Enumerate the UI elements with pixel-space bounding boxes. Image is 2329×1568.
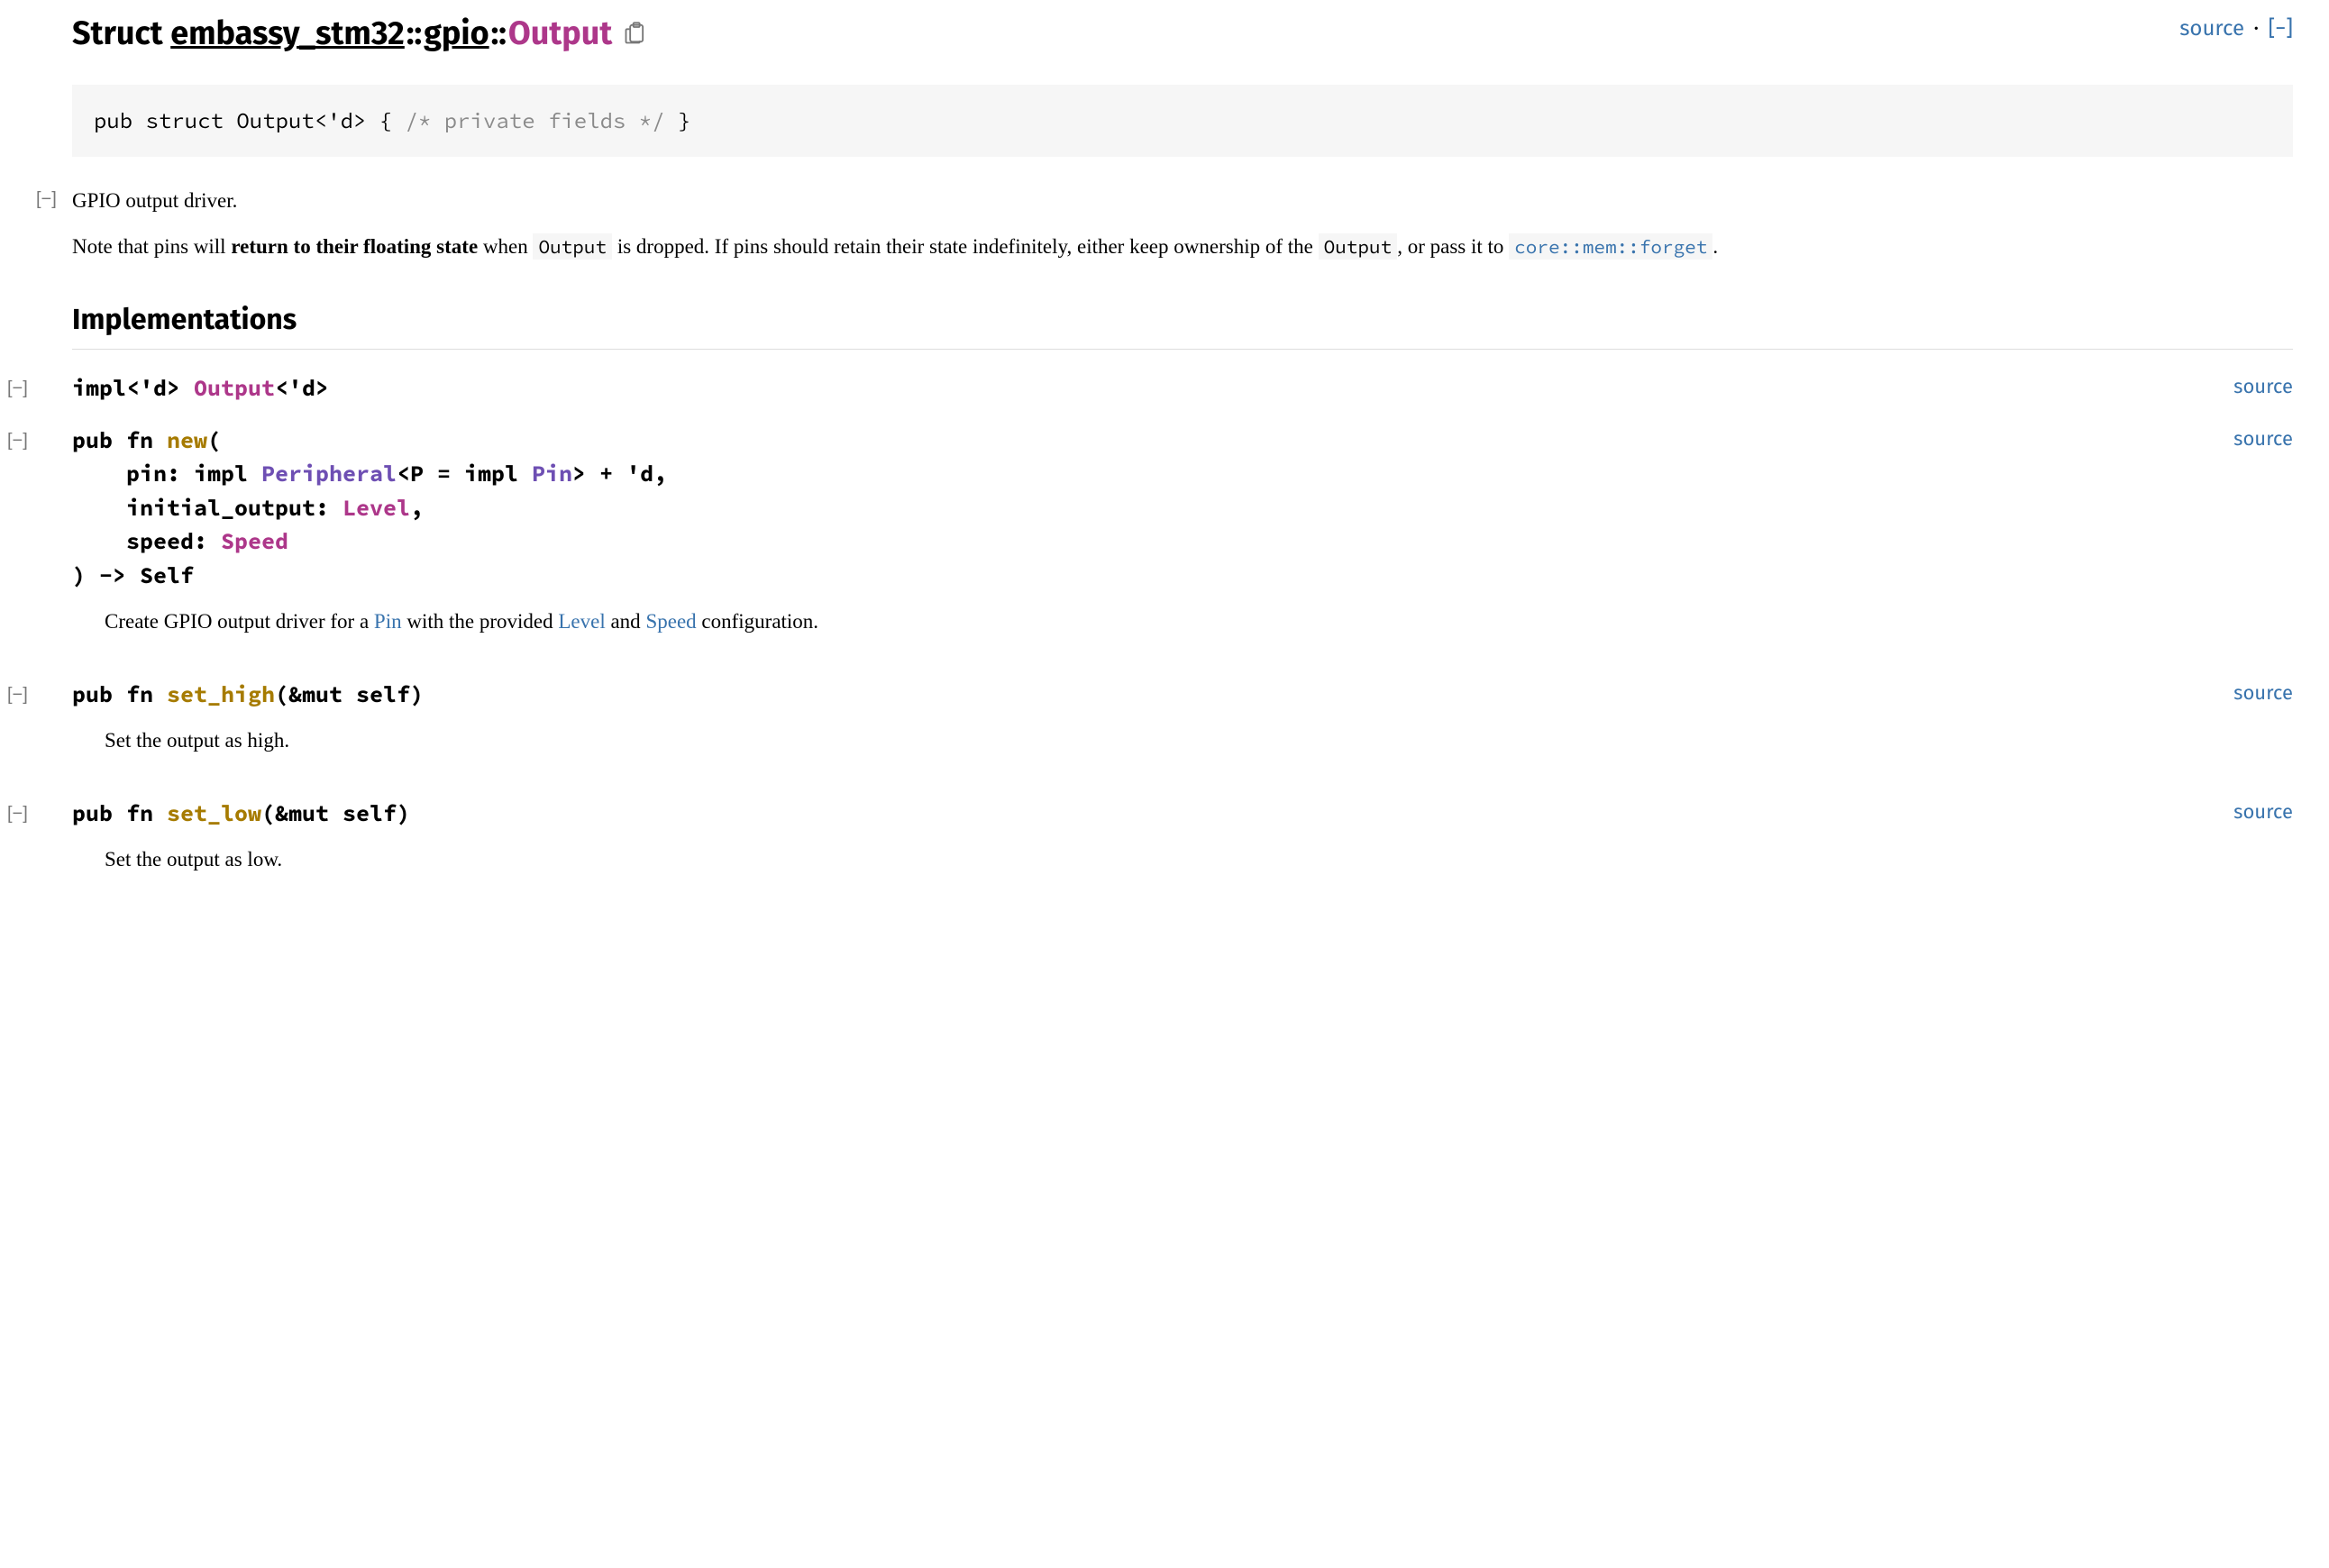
doc-summary-block: [−] GPIO output driver. Note that pins w…	[72, 186, 2293, 262]
source-link-impl[interactable]: source	[2233, 371, 2293, 401]
doc-detail: Note that pins will return to their floa…	[72, 232, 2293, 263]
method-set-high-header: [−] pub fn set_high(&mut self) source	[72, 678, 2293, 712]
module-link[interactable]: gpio	[424, 14, 489, 53]
method-set-high-doc: Set the output as high.	[105, 725, 2293, 757]
implementations-heading: Implementations	[72, 298, 2293, 350]
type-name: Output	[508, 14, 612, 53]
doc-summary: GPIO output driver.	[72, 186, 2293, 217]
method-set-low-signature: pub fn set_low(&mut self)	[72, 797, 410, 831]
source-link-method-new[interactable]: source	[2233, 424, 2293, 453]
page-title: Struct embassy_stm32::gpio::Output	[72, 9, 2293, 58]
pin-link[interactable]: Pin	[374, 610, 402, 633]
source-link-top[interactable]: source	[2179, 16, 2244, 41]
copy-path-icon[interactable]	[623, 21, 648, 46]
core-mem-forget-link[interactable]: core::mem::forget	[1509, 235, 1712, 258]
collapse-all-toggle[interactable]: [−]	[2269, 16, 2293, 41]
toggle-method-set-low[interactable]: [−]	[7, 800, 28, 827]
method-new-signature: pub fn new( pin: impl Peripheral<P = imp…	[72, 424, 667, 593]
separator-dot: ·	[2253, 16, 2264, 41]
impl-header: [−] impl<'d> Output<'d> source	[72, 371, 2293, 406]
method-set-low-header: [−] pub fn set_low(&mut self) source	[72, 797, 2293, 831]
source-link-method-set-low[interactable]: source	[2233, 797, 2293, 826]
method-new-header: [−] pub fn new( pin: impl Peripheral<P =…	[72, 424, 2293, 593]
method-new-doc: Create GPIO output driver for a Pin with…	[105, 606, 2293, 638]
item-declaration: pub struct Output<'d> { /* private field…	[72, 85, 2293, 157]
page-kind: Struct	[72, 14, 163, 53]
speed-link[interactable]: Speed	[645, 610, 696, 633]
crate-link[interactable]: embassy_stm32	[170, 14, 405, 53]
toggle-method-set-high[interactable]: [−]	[7, 681, 28, 708]
method-set-low-doc: Set the output as low.	[105, 844, 2293, 876]
toggle-doc[interactable]: [−]	[36, 186, 57, 213]
toggle-method-new[interactable]: [−]	[7, 427, 28, 454]
method-set-high-signature: pub fn set_high(&mut self)	[72, 678, 424, 712]
top-right-links: source · [−]	[2179, 13, 2293, 45]
level-link[interactable]: Level	[558, 610, 605, 633]
toggle-impl[interactable]: [−]	[7, 375, 28, 402]
source-link-method-set-high[interactable]: source	[2233, 678, 2293, 707]
